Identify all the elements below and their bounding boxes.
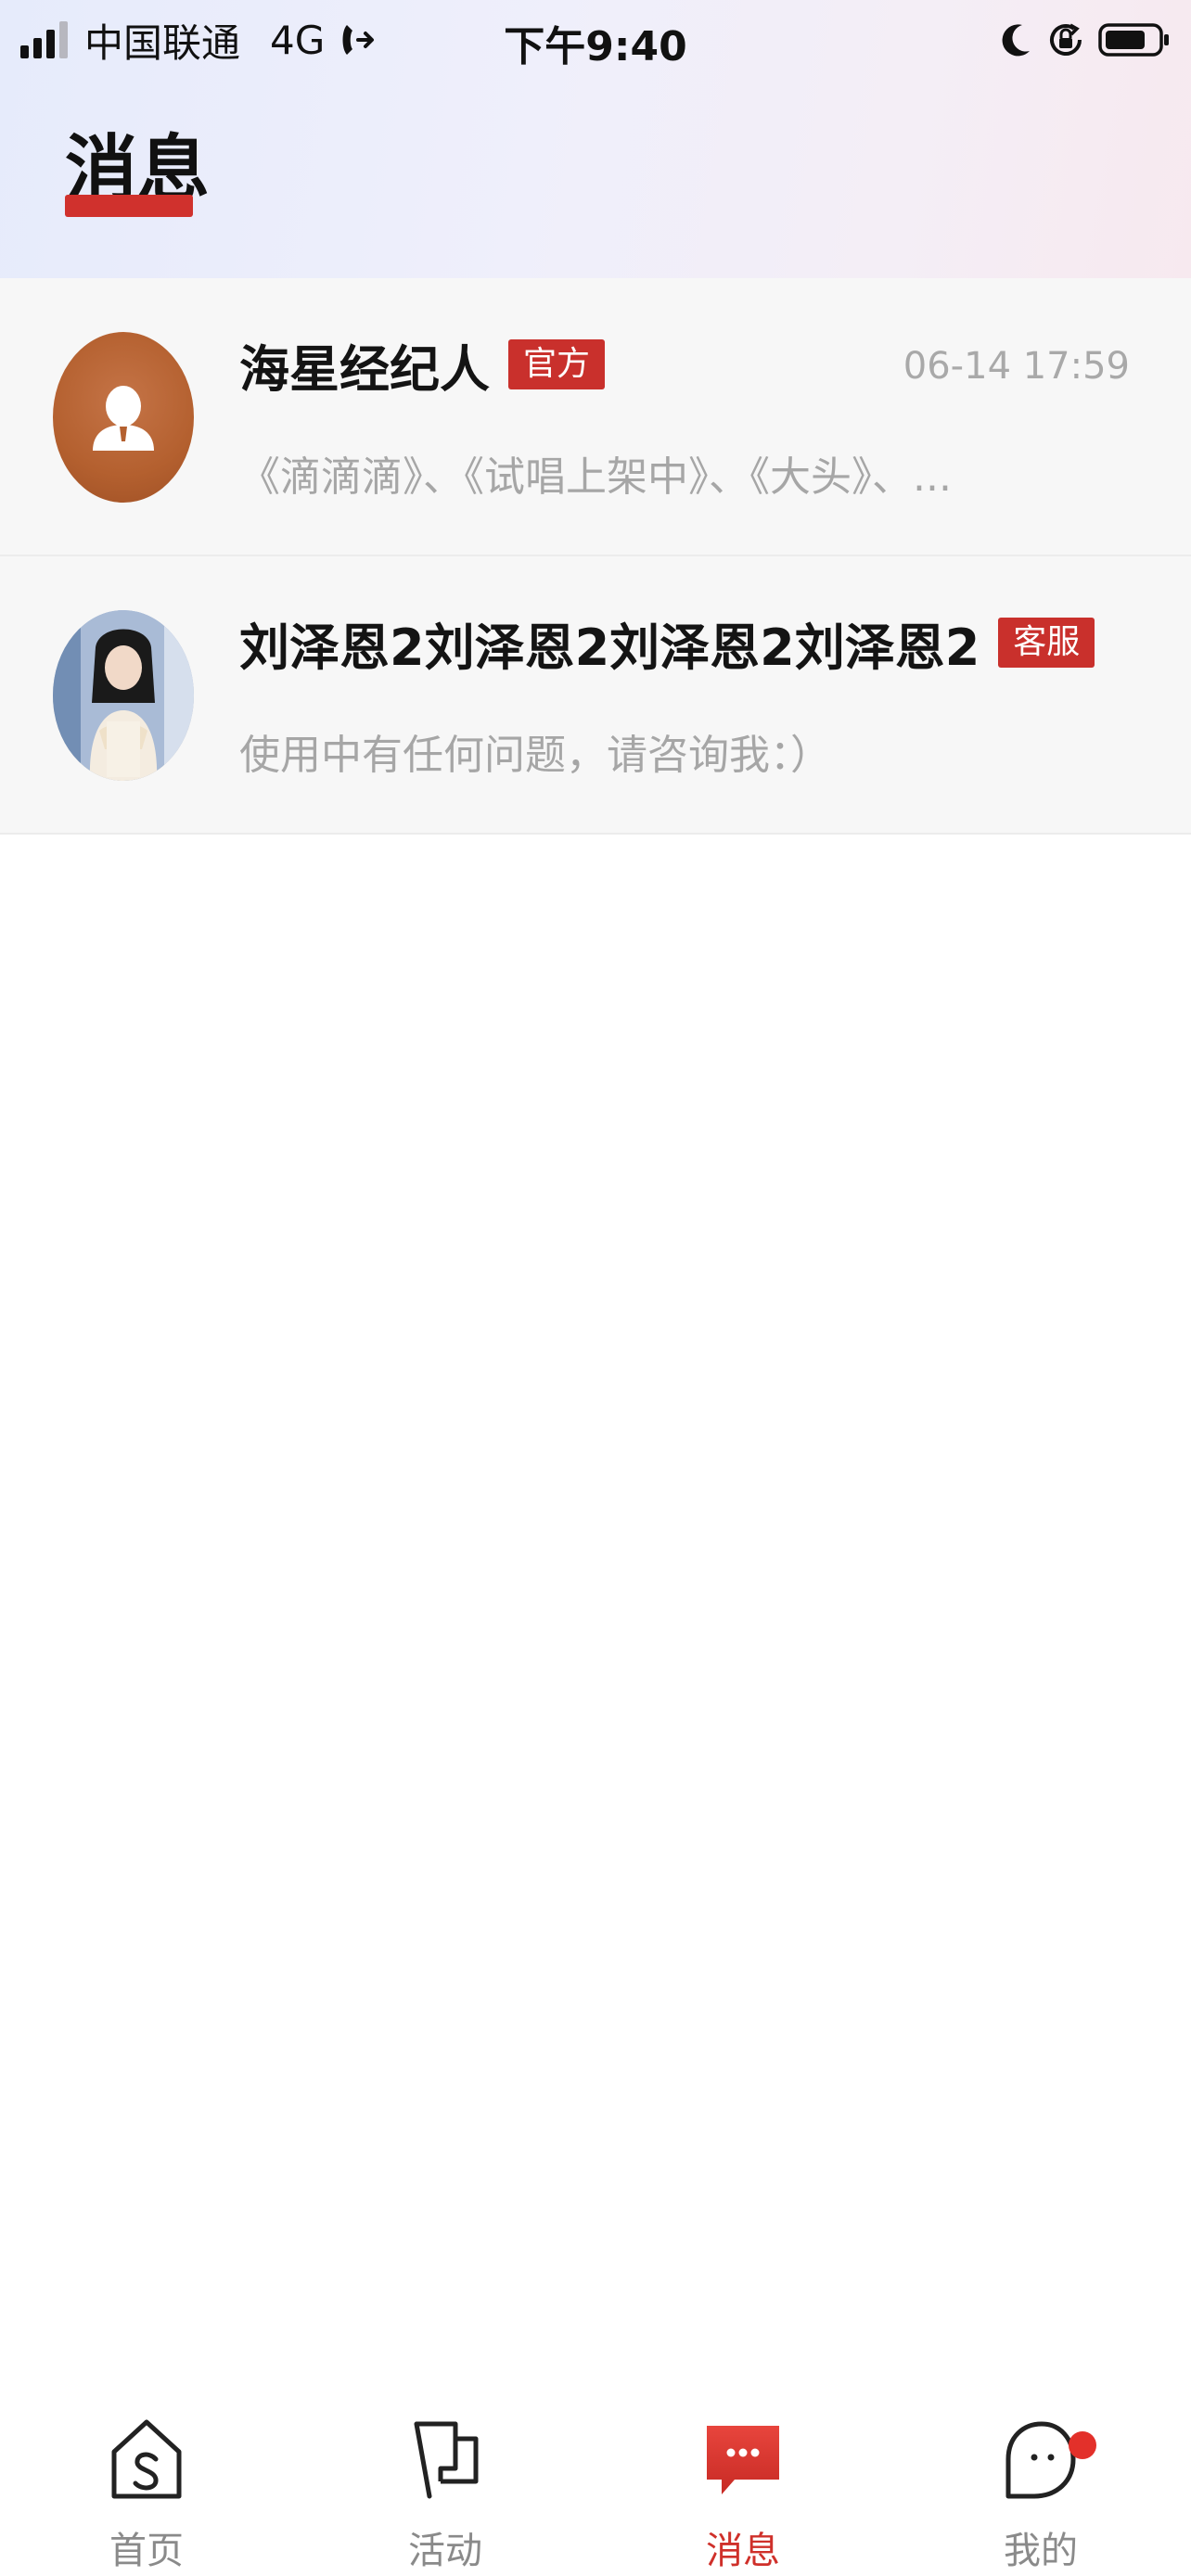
conversation-title-line: 海星经纪人 官方 bbox=[239, 336, 606, 399]
tab-home[interactable]: 首页 bbox=[54, 2415, 239, 2572]
conversation-time: 06-14 17:59 bbox=[903, 345, 1130, 388]
tab-me[interactable]: 我的 bbox=[948, 2415, 1133, 2572]
flag-icon bbox=[414, 2421, 479, 2499]
message-icon bbox=[707, 2426, 779, 2494]
conversation-preview: 《滴滴滴》、《试唱上架中》、《大头》、... bbox=[239, 453, 952, 501]
conversation-preview: 使用中有任何问题，请咨询我：） bbox=[239, 732, 831, 779]
battery-icon bbox=[1098, 23, 1169, 57]
avatar[interactable] bbox=[53, 610, 194, 781]
moon-icon bbox=[1002, 24, 1030, 57]
official-badge: 官方 bbox=[508, 339, 606, 389]
ghost-face-icon bbox=[1005, 2421, 1076, 2499]
tab-label: 消息 bbox=[706, 2530, 780, 2572]
home-icon bbox=[111, 2419, 182, 2499]
status-right bbox=[998, 17, 1171, 63]
conversation-name: 海星经纪人 bbox=[239, 339, 490, 399]
title-underline bbox=[65, 195, 193, 217]
tab-activity[interactable]: 活动 bbox=[352, 2415, 538, 2572]
avatar[interactable] bbox=[53, 332, 194, 503]
person-placeholder-icon bbox=[93, 386, 154, 451]
bottom-tab-bar: 首页 活动 消息 我的 bbox=[0, 2392, 1191, 2576]
conversation-title-line: 刘泽恩2刘泽恩2刘泽恩2刘泽恩2 客服 bbox=[239, 614, 1095, 677]
header: 中国联通 4G 下午9:40 消息 bbox=[0, 0, 1191, 278]
user-photo bbox=[53, 610, 194, 781]
conversation-row[interactable]: 海星经纪人 官方 06-14 17:59 《滴滴滴》、《试唱上架中》、《大头》、… bbox=[0, 278, 1191, 556]
tab-label: 活动 bbox=[408, 2530, 482, 2572]
conversation-list: 海星经纪人 官方 06-14 17:59 《滴滴滴》、《试唱上架中》、《大头》、… bbox=[0, 278, 1191, 835]
status-bar: 中国联通 4G 下午9:40 bbox=[0, 0, 1191, 83]
tab-label: 我的 bbox=[1004, 2530, 1078, 2572]
notification-dot bbox=[1069, 2431, 1096, 2459]
rotation-lock-icon bbox=[1050, 23, 1082, 56]
row-divider bbox=[0, 833, 1191, 835]
service-badge: 客服 bbox=[998, 618, 1095, 668]
tab-label: 首页 bbox=[109, 2530, 184, 2572]
conversation-row[interactable]: 刘泽恩2刘泽恩2刘泽恩2刘泽恩2 客服 使用中有任何问题，请咨询我：） bbox=[0, 556, 1191, 835]
conversation-name: 刘泽恩2刘泽恩2刘泽恩2刘泽恩2 bbox=[239, 618, 980, 677]
tab-messages[interactable]: 消息 bbox=[650, 2415, 836, 2572]
